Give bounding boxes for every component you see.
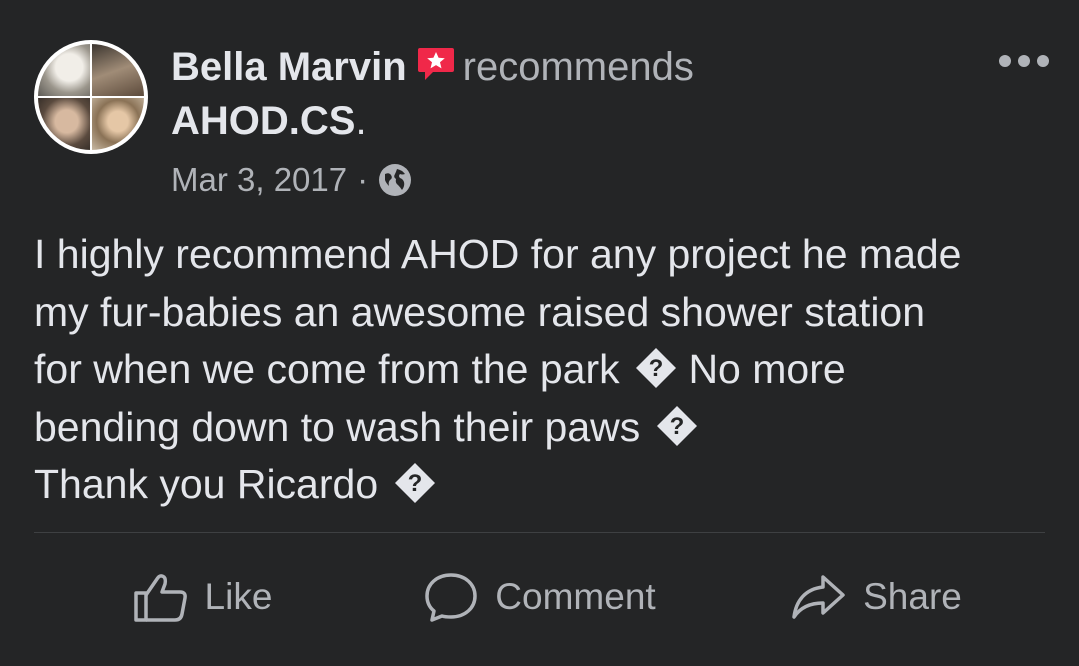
recommend-badge-icon (417, 46, 455, 82)
body-line-text: No more (688, 346, 846, 392)
body-line-with-glyph: bending down to wash their paws ? (34, 399, 1064, 457)
share-button[interactable]: Share (708, 571, 1045, 623)
thumbs-up-icon (133, 571, 189, 623)
more-dot (999, 55, 1011, 67)
svg-text:?: ? (669, 413, 684, 440)
post-date[interactable]: Mar 3, 2017 (171, 160, 347, 200)
share-arrow-icon (791, 571, 847, 623)
recommendation-post: Bella Marvin recommends AHOD.CS. Mar 3, 2… (0, 0, 1079, 666)
body-line: my fur-babies an awesome raised shower s… (34, 288, 926, 335)
comment-bubble-icon (423, 571, 479, 623)
unknown-character-icon: ? (635, 347, 677, 389)
post-header: Bella Marvin recommends (171, 44, 694, 90)
avatar-photo-person (92, 44, 144, 96)
author-name[interactable]: Bella Marvin (171, 45, 407, 89)
recommends-text: recommends (462, 45, 694, 89)
page-name-period: . (355, 99, 367, 143)
more-dot (1037, 55, 1049, 67)
body-line: I highly recommend AHOD for any project … (34, 231, 962, 277)
comment-label: Comment (495, 576, 656, 617)
post-body: I highly recommend AHOD for any project … (34, 226, 1064, 514)
post-actions-bar: Like Comment Share (34, 560, 1045, 634)
avatar-photo-person (92, 98, 144, 150)
body-line-text: bending down to wash their paws (34, 403, 641, 450)
svg-text:?: ? (407, 470, 422, 497)
more-options-icon[interactable] (999, 46, 1049, 76)
meta-separator: · (357, 161, 369, 198)
unknown-character-icon: ? (394, 462, 436, 504)
post-meta: Mar 3, 2017 · (171, 160, 412, 200)
svg-text:?: ? (649, 355, 664, 382)
body-line-with-glyph: for when we come from the park ? No more (34, 341, 1064, 399)
comment-button[interactable]: Comment (371, 571, 708, 623)
avatar-collage (38, 44, 144, 150)
globe-icon (378, 163, 412, 197)
more-dot (1018, 55, 1030, 67)
author-avatar[interactable] (34, 40, 148, 154)
unknown-character-icon: ? (656, 405, 698, 447)
avatar-photo-dog (38, 44, 90, 96)
share-label: Share (863, 576, 962, 617)
body-line-text: Thank you Ricardo (34, 461, 379, 507)
body-line-text: for when we come from the park (34, 346, 620, 392)
like-label: Like (204, 576, 273, 617)
avatar-photo-person (38, 98, 90, 150)
page-name-link[interactable]: AHOD.CS (171, 99, 355, 143)
like-button[interactable]: Like (34, 571, 371, 623)
actions-divider (34, 532, 1045, 533)
recommended-page-line: AHOD.CS. (171, 98, 367, 144)
body-line-with-glyph: Thank you Ricardo ? (34, 456, 1064, 514)
